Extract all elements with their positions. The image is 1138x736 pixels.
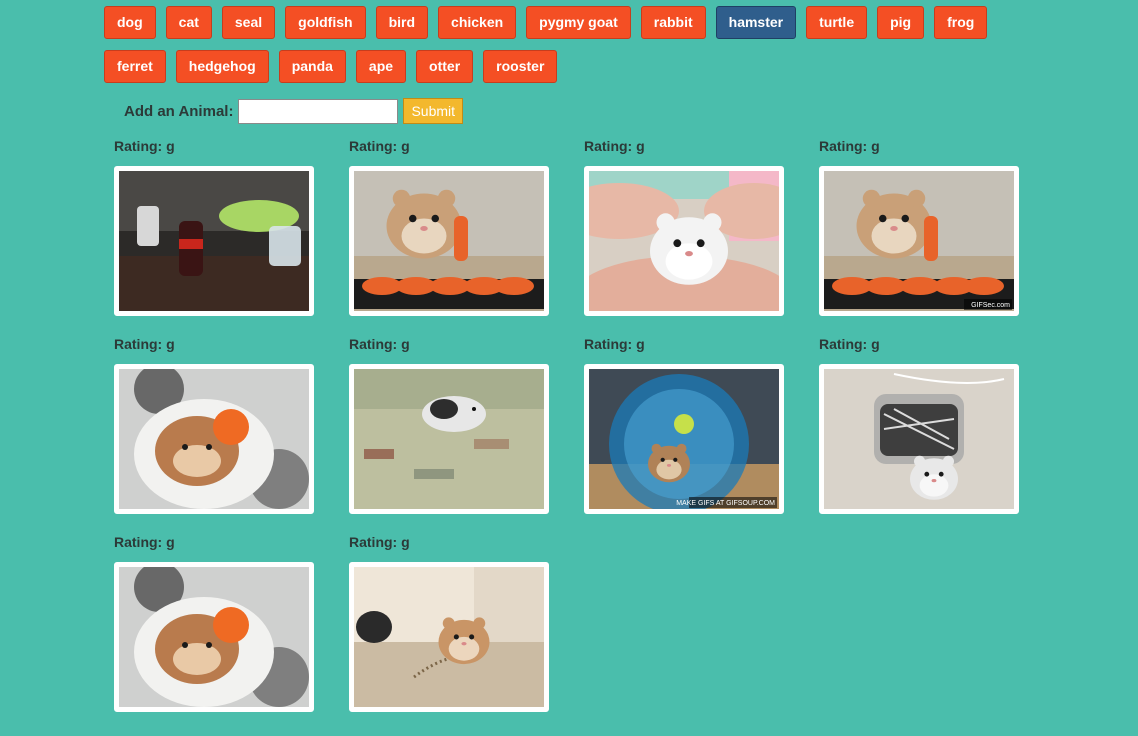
animal-button-pig[interactable]: pig [877, 6, 925, 39]
animal-button-goldfish[interactable]: goldfish [285, 6, 366, 39]
rating-label: Rating: g [819, 138, 880, 154]
animal-button-seal[interactable]: seal [221, 6, 276, 39]
animal-button-pygmy-goat[interactable]: pygmy goat [526, 6, 631, 39]
gif-image[interactable]: MAKE GIFS AT GIFSOUP.COM [584, 364, 784, 514]
gif-thumbnail-white-hamster-in-hands [589, 171, 779, 311]
animal-button-panda[interactable]: panda [278, 50, 346, 83]
add-animal-label: Add an Animal: [124, 102, 234, 120]
gif-card: Rating: g MAKE GIFS AT GIFSOUP.COM [584, 336, 784, 514]
rating-label: Rating: g [349, 534, 410, 550]
gif-thumbnail-hamster-in-blanket [119, 567, 309, 707]
gif-thumbnail-hamster-eating-carrot: GIFSec.com [824, 171, 1014, 311]
animal-button-chicken[interactable]: chicken [438, 6, 517, 39]
gif-card: Rating: g [349, 138, 549, 316]
gif-card: Rating: g [114, 336, 314, 514]
rating-label: Rating: g [349, 138, 410, 154]
gif-card: Rating: g [349, 336, 549, 514]
animal-button-frog[interactable]: frog [934, 6, 988, 39]
gif-card: Rating: g [819, 336, 1019, 514]
gif-card: Rating: g GIFSec.com [819, 138, 1019, 316]
animal-button-rabbit[interactable]: rabbit [640, 6, 706, 39]
animal-button-rooster[interactable]: rooster [483, 50, 558, 83]
gif-card: Rating: g [349, 534, 549, 712]
animal-button-ferret[interactable]: ferret [104, 50, 166, 83]
gif-image[interactable] [819, 364, 1019, 514]
gif-thumbnail-hamster-and-seed-jar [824, 369, 1014, 509]
animal-button-otter[interactable]: otter [416, 50, 474, 83]
gif-grid: Rating: g Rating: g Rating: g Rating: g … [114, 138, 1054, 712]
gif-card: Rating: g [114, 138, 314, 316]
gif-thumbnail-hamster-in-blanket [119, 369, 309, 509]
gif-image[interactable] [114, 364, 314, 514]
rating-label: Rating: g [114, 534, 175, 550]
gif-card: Rating: g [114, 534, 314, 712]
rating-label: Rating: g [114, 138, 175, 154]
gif-card: Rating: g [584, 138, 784, 316]
animal-button-hedgehog[interactable]: hedgehog [175, 50, 269, 83]
rating-label: Rating: g [584, 138, 645, 154]
gif-image[interactable] [584, 166, 784, 316]
animal-input[interactable] [238, 98, 399, 124]
animal-button-bird[interactable]: bird [375, 6, 429, 39]
gif-thumbnail-hamster-desk-soda [119, 171, 309, 311]
gif-thumbnail-hamster-in-wheel: MAKE GIFS AT GIFSOUP.COM [589, 369, 779, 509]
rating-label: Rating: g [584, 336, 645, 352]
animal-button-cat[interactable]: cat [165, 6, 212, 39]
animal-button-turtle[interactable]: turtle [806, 6, 868, 39]
gif-thumbnail-hamster-on-rug [354, 369, 544, 509]
gif-image[interactable]: GIFSec.com [819, 166, 1019, 316]
add-animal-form: Add an Animal: Submit [124, 98, 464, 124]
gif-image[interactable] [349, 562, 549, 712]
rating-label: Rating: g [114, 336, 175, 352]
submit-button[interactable]: Submit [403, 98, 464, 124]
animal-button-hamster[interactable]: hamster [715, 6, 797, 39]
gif-watermark: MAKE GIFS AT GIFSOUP.COM [676, 500, 775, 507]
rating-label: Rating: g [349, 336, 410, 352]
animal-button-dog[interactable]: dog [104, 6, 156, 39]
animal-button-ape[interactable]: ape [355, 50, 407, 83]
rating-label: Rating: g [819, 336, 880, 352]
gif-thumbnail-hamster-on-floor [354, 567, 544, 707]
gif-thumbnail-hamster-eating-carrot [354, 171, 544, 311]
gif-watermark: GIFSec.com [971, 302, 1010, 309]
gif-image[interactable] [114, 166, 314, 316]
gif-image[interactable] [114, 562, 314, 712]
gif-image[interactable] [349, 364, 549, 514]
animal-button-bar: dog cat seal goldfish bird chicken pygmy goat r… [104, 6, 1004, 83]
gif-image[interactable] [349, 166, 549, 316]
